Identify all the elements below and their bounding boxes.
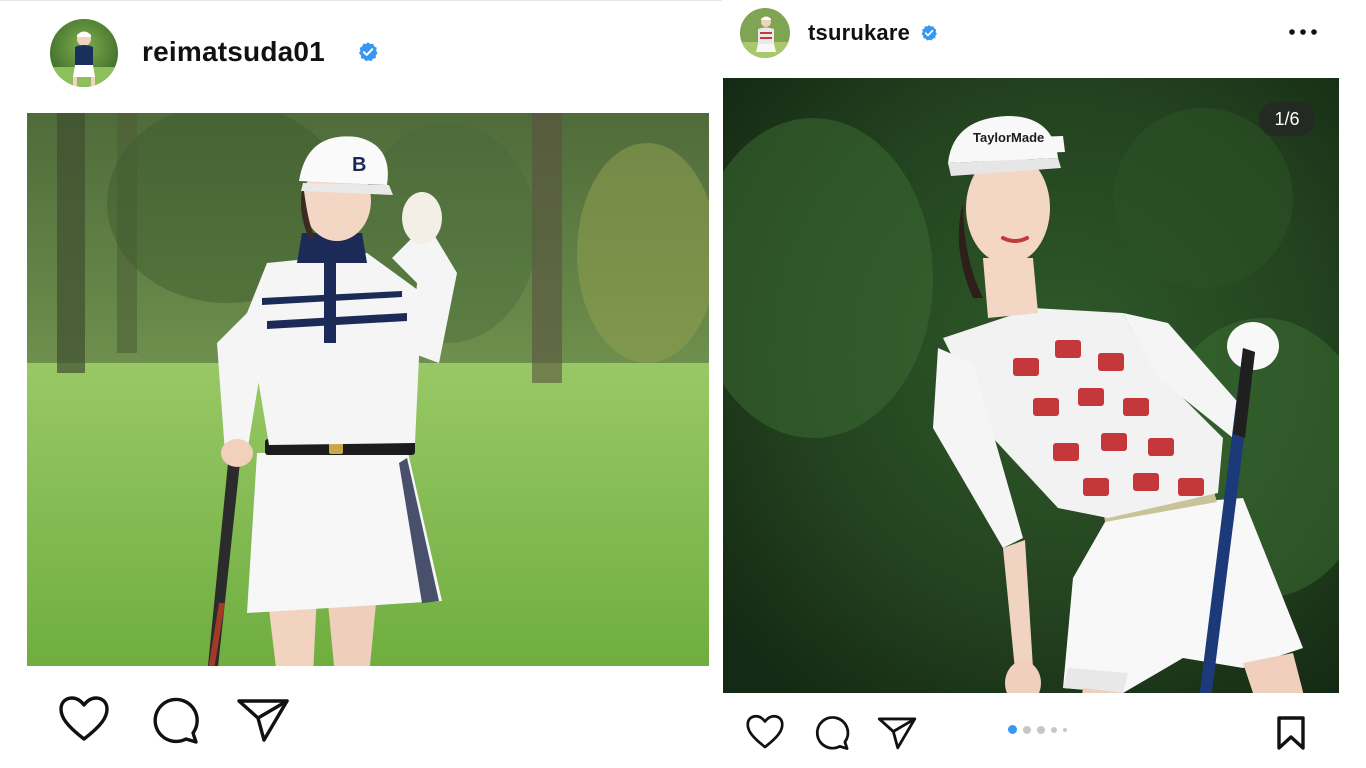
post-tsurukare: tsurukare TaylorMade 1/6	[722, 0, 1366, 768]
profile-avatar[interactable]	[740, 8, 790, 58]
verified-badge-icon	[357, 41, 379, 68]
carousel-dot	[1037, 725, 1045, 734]
carousel-dot	[1023, 725, 1031, 734]
profile-avatar[interactable]	[50, 19, 118, 87]
like-button[interactable]	[58, 695, 110, 743]
post-photo[interactable]: TaylorMade	[723, 78, 1339, 693]
share-button[interactable]	[877, 716, 917, 750]
comment-button[interactable]	[812, 714, 850, 751]
more-options-button[interactable]	[1288, 22, 1318, 42]
more-options-icon	[1289, 29, 1317, 35]
carousel-dot-active	[1008, 725, 1017, 734]
golfer-photo-image: B	[27, 113, 709, 666]
carousel-dot	[1063, 727, 1067, 732]
bookmark-icon	[1277, 716, 1305, 750]
share-icon	[237, 699, 289, 742]
carousel-dot	[1051, 726, 1057, 733]
share-button[interactable]	[236, 697, 290, 743]
heart-icon	[59, 696, 109, 741]
comment-icon	[815, 716, 850, 750]
avatar-image	[740, 8, 790, 58]
post-username[interactable]: tsurukare	[808, 20, 910, 46]
share-icon	[877, 717, 917, 750]
avatar-image	[50, 19, 118, 87]
svg-text:TaylorMade: TaylorMade	[973, 130, 1044, 145]
like-button[interactable]	[745, 714, 785, 750]
carousel-indicator	[1008, 725, 1067, 734]
carousel-counter: 1/6	[1259, 102, 1315, 136]
post-username[interactable]: reimatsuda01	[142, 36, 325, 68]
post-photo[interactable]: B	[27, 113, 709, 666]
comment-button[interactable]	[148, 695, 200, 745]
post-reimatsuda01: reimatsuda01 B	[0, 0, 722, 768]
heart-icon	[746, 714, 784, 749]
verified-badge-icon	[920, 24, 938, 47]
comment-icon	[153, 697, 199, 744]
golfer-photo-image: TaylorMade	[723, 78, 1339, 693]
svg-text:B: B	[352, 154, 366, 176]
save-button[interactable]	[1275, 715, 1307, 751]
